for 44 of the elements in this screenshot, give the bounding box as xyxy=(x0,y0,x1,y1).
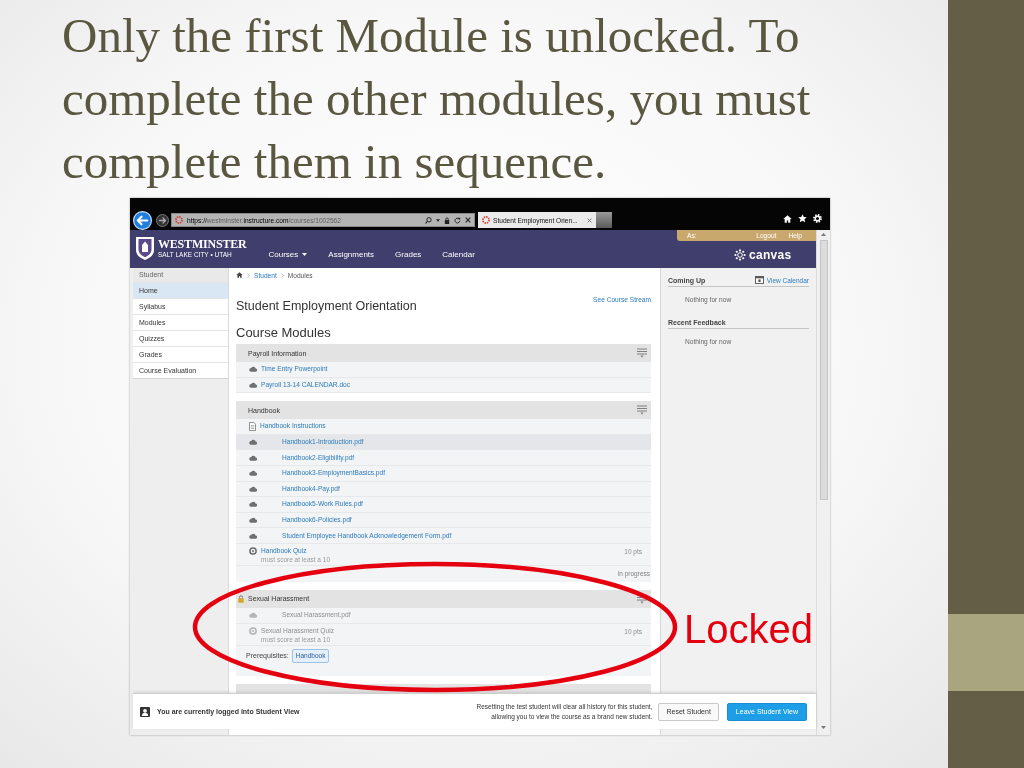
brand-wordmark: canvas xyxy=(749,248,792,262)
menu-icon[interactable] xyxy=(637,348,647,358)
dotted-ring-icon xyxy=(482,216,490,224)
forward-icon[interactable] xyxy=(156,213,169,227)
nav-link[interactable]: Courses xyxy=(268,249,308,259)
calendar-icon xyxy=(754,276,764,284)
crest-icon[interactable] xyxy=(135,236,155,261)
logo-wordmark: WESTMINSTER xyxy=(158,238,247,250)
settings-icon[interactable] xyxy=(813,214,822,223)
scrollbar[interactable] xyxy=(816,230,830,735)
lock-icon xyxy=(238,594,244,603)
close-icon[interactable] xyxy=(465,217,471,223)
nav-link[interactable]: Calendar xyxy=(442,249,475,259)
scrollbar-thumb[interactable] xyxy=(819,240,828,500)
home-icon[interactable] xyxy=(236,272,243,278)
document-icon xyxy=(249,422,256,431)
cloud-icon xyxy=(249,501,257,508)
chevron-icon xyxy=(280,272,284,278)
menu-icon[interactable] xyxy=(637,593,647,604)
nav-link[interactable]: Assignments xyxy=(328,249,375,259)
star-icon[interactable] xyxy=(798,214,807,223)
course-title: Student Employment Orientation xyxy=(236,298,417,314)
ring-icon xyxy=(249,546,257,555)
caret-down-icon[interactable] xyxy=(821,726,826,729)
close-icon[interactable] xyxy=(587,217,592,223)
person-icon xyxy=(140,706,150,717)
dotted-ring-icon xyxy=(734,249,746,261)
home-icon[interactable] xyxy=(783,214,792,223)
cloud-icon xyxy=(249,612,257,619)
dotted-ring-icon xyxy=(175,216,183,224)
nav-link[interactable]: Grades xyxy=(395,249,422,259)
slide-title: Only the first Module is unlocked. To complete the other modules, you must complete them in sequence. xyxy=(62,7,812,191)
section-title: Course Modules xyxy=(236,325,332,341)
refresh-icon[interactable] xyxy=(454,216,461,224)
annotation-label: Locked xyxy=(684,606,813,652)
back-icon[interactable] xyxy=(133,210,152,230)
menu-icon[interactable] xyxy=(637,405,647,416)
ring-icon xyxy=(249,626,257,635)
search-icon[interactable] xyxy=(425,216,432,224)
lock-icon xyxy=(444,216,450,224)
caret-icon[interactable] xyxy=(436,218,440,222)
caret-icon xyxy=(302,252,308,256)
caret-up-icon[interactable] xyxy=(821,233,826,236)
chevron-icon xyxy=(247,272,250,278)
